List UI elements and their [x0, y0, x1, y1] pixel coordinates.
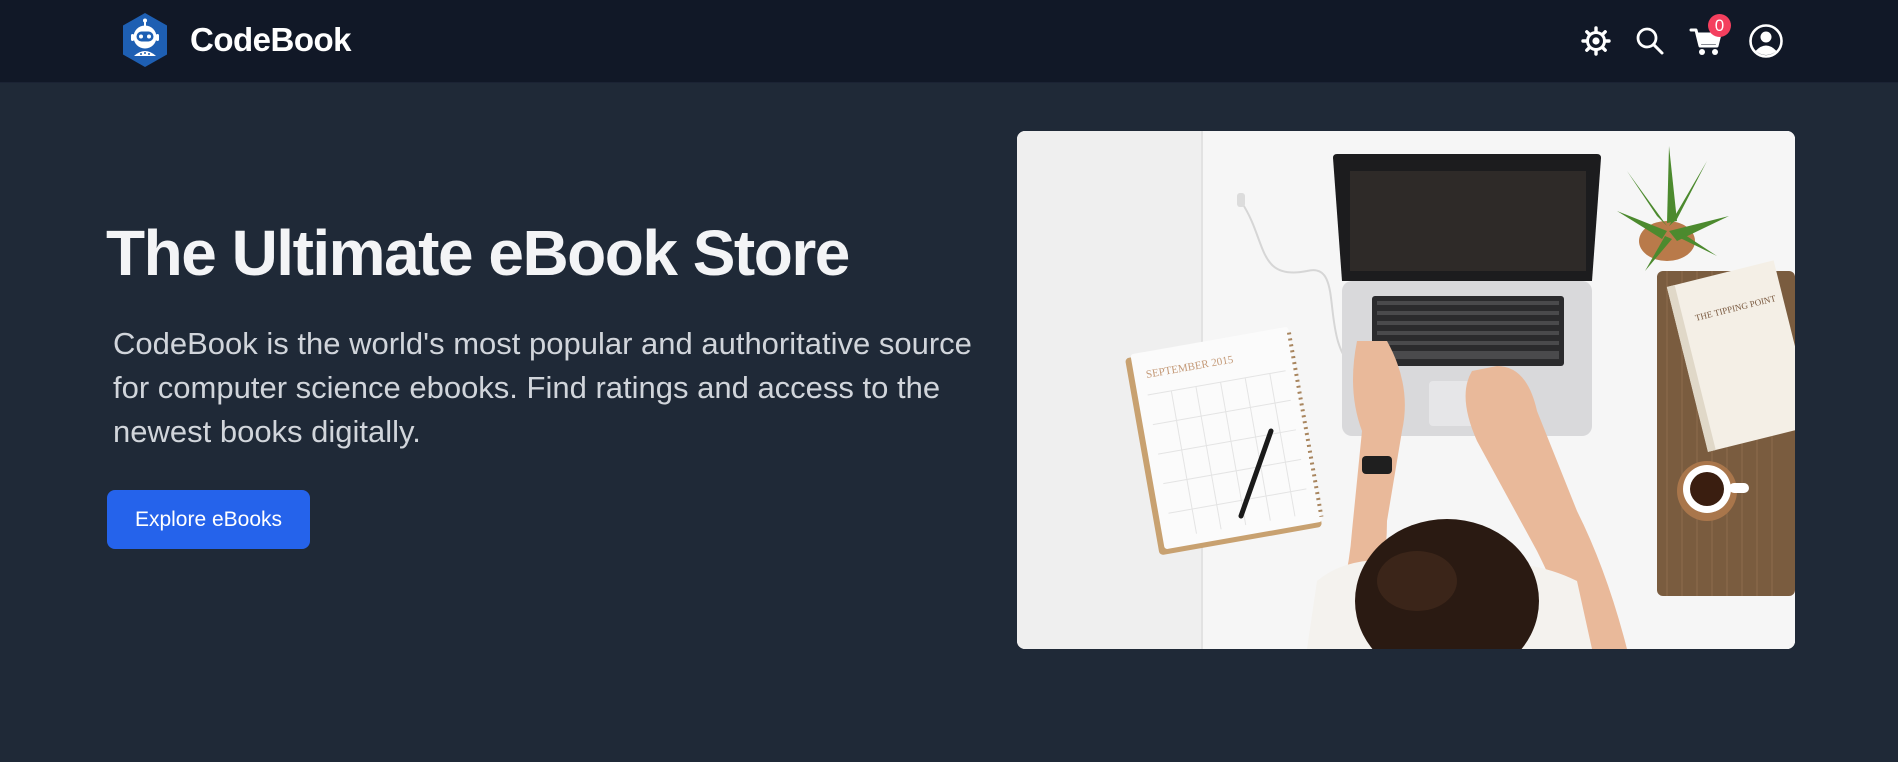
user-circle-icon: [1749, 24, 1783, 58]
brand-home-link[interactable]: CodeBook: [120, 12, 352, 68]
hero-title: The Ultimate eBook Store: [106, 217, 850, 289]
gear-icon: [1581, 26, 1611, 56]
settings-button[interactable]: [1575, 20, 1617, 62]
search-icon: [1636, 27, 1664, 55]
robot-logo-icon: [123, 13, 167, 67]
cart-count-badge: 0: [1708, 14, 1731, 37]
explore-ebooks-button[interactable]: Explore eBooks: [107, 490, 310, 549]
cart-button[interactable]: 0: [1685, 14, 1731, 62]
hero-description: CodeBook is the world's most popular and…: [113, 326, 972, 449]
account-button[interactable]: [1745, 20, 1787, 62]
workspace-illustration: THE TIPPING POINT SEPTEMBER 2015: [1017, 131, 1795, 649]
top-navbar: CodeBook 0: [0, 0, 1898, 83]
search-button[interactable]: [1629, 20, 1671, 62]
hero-image: THE TIPPING POINT SEPTEMBER 2015: [1017, 131, 1795, 649]
brand-name: CodeBook: [190, 21, 352, 58]
